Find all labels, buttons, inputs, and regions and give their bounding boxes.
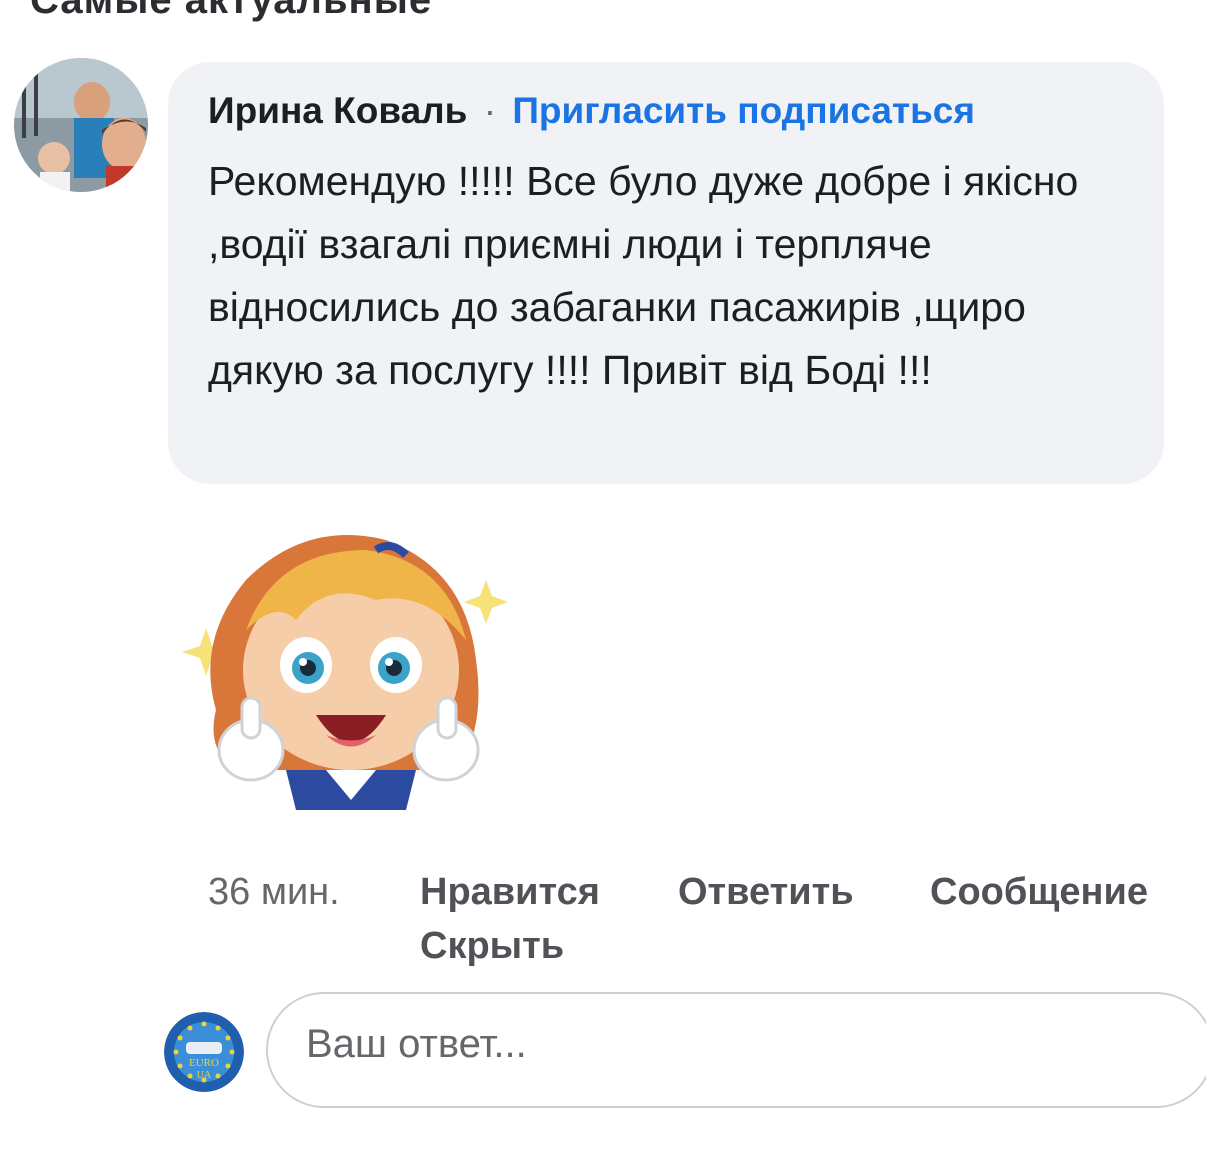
author-avatar[interactable] [14, 58, 148, 192]
like-button[interactable]: Нравится [420, 864, 600, 920]
svg-text:UA: UA [197, 1070, 212, 1081]
hide-button[interactable]: Скрыть [420, 918, 564, 974]
reply-input[interactable]: Ваш ответ... [266, 992, 1206, 1108]
reply-button[interactable]: Ответить [678, 864, 854, 920]
profile-photo-icon [14, 58, 148, 192]
comment-timestamp[interactable]: 36 мин. [208, 864, 340, 920]
message-button[interactable]: Сообщение [930, 864, 1148, 920]
comment-header: Ирина Коваль · Пригласить подписаться [208, 88, 1134, 134]
girl-thumbs-up-sticker-icon [182, 535, 508, 810]
invite-follow-link[interactable]: Пригласить подписаться [512, 90, 975, 131]
reply-placeholder: Ваш ответ... [306, 1022, 527, 1066]
comment-bubble: Ирина Коваль · Пригласить подписаться Ре… [168, 62, 1164, 484]
comment-sticker [176, 520, 516, 820]
separator: · [483, 90, 497, 131]
svg-text:EURO: EURO [189, 1057, 219, 1069]
comment-text: Рекомендую !!!!! Все було дуже добре і я… [208, 158, 1079, 393]
reply-avatar: EURO UA [164, 1012, 244, 1092]
author-name[interactable]: Ирина Коваль [208, 90, 467, 131]
euro-ua-logo-icon: EURO UA [164, 1012, 244, 1092]
section-header-partial: Самые актуальные [30, 0, 433, 22]
